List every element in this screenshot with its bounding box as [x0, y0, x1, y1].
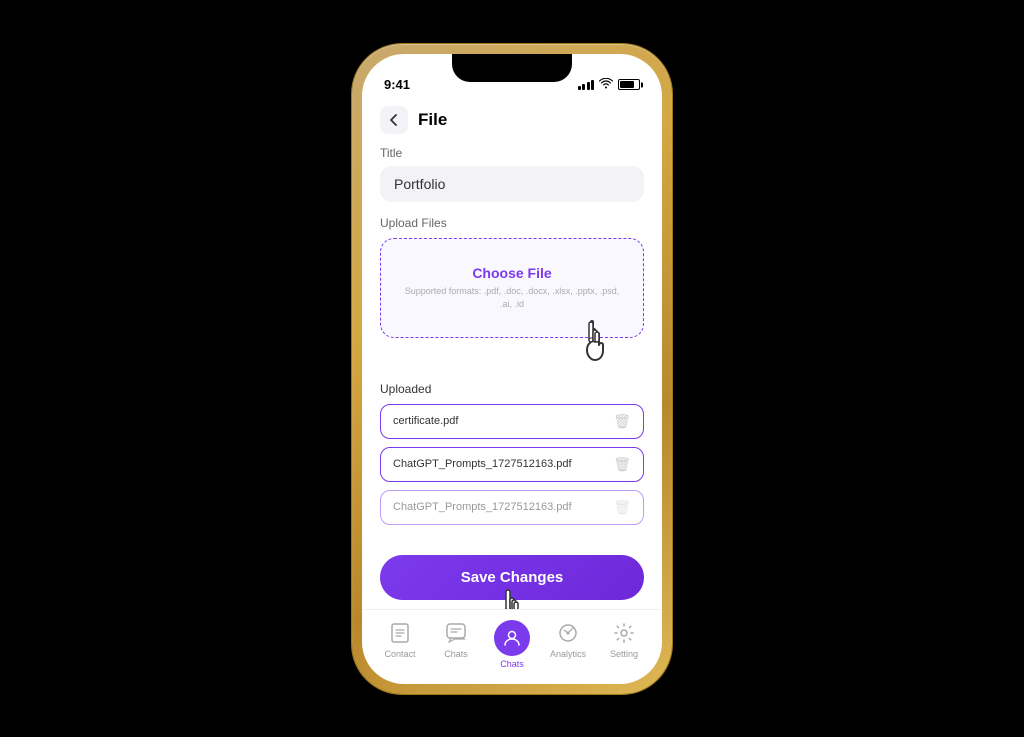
nav-label-setting: Setting	[610, 649, 638, 659]
status-time: 9:41	[384, 77, 410, 92]
save-button-wrapper: Save Changes	[380, 549, 644, 604]
back-button[interactable]	[380, 106, 408, 134]
file-name: certificate.pdf	[393, 415, 613, 427]
nav-label-contact: Contact	[384, 649, 415, 659]
setting-icon	[611, 620, 637, 646]
save-changes-button[interactable]: Save Changes	[380, 555, 644, 600]
nav-item-chats-1[interactable]: Chats	[431, 620, 481, 659]
title-label: Title	[380, 146, 644, 160]
bottom-nav: Contact Chats	[362, 609, 662, 684]
signal-bars-icon	[578, 80, 595, 90]
main-content: File Title Upload Files Choose File Supp…	[362, 98, 662, 609]
profile-icon	[494, 620, 530, 656]
page-title: File	[418, 110, 447, 130]
file-item-partial: ChatGPT_Prompts_1727512163.pdf 🗑	[380, 490, 644, 525]
file-item: certificate.pdf 🗑	[380, 404, 644, 439]
title-input[interactable]	[380, 166, 644, 202]
nav-item-setting[interactable]: Setting	[599, 620, 649, 659]
status-icons	[578, 78, 641, 92]
file-name: ChatGPT_Prompts_1727512163.pdf	[393, 501, 613, 513]
contact-icon	[387, 620, 413, 646]
nav-item-contact[interactable]: Contact	[375, 620, 425, 659]
delete-file-button[interactable]: 🗑	[613, 413, 631, 430]
delete-file-button[interactable]: 🗑	[613, 456, 631, 473]
wifi-icon	[599, 78, 613, 92]
delete-file-button[interactable]: 🗑	[613, 499, 631, 516]
cursor-hand-upload-icon	[577, 320, 613, 372]
nav-item-analytics[interactable]: Analytics	[543, 620, 593, 659]
battery-icon	[618, 79, 640, 90]
nav-label-analytics: Analytics	[550, 649, 586, 659]
nav-item-profile[interactable]: Chats	[487, 620, 537, 669]
upload-area[interactable]: Choose File Supported formats: .pdf, .do…	[380, 238, 644, 338]
choose-file-text[interactable]: Choose File	[472, 265, 551, 281]
phone-device: 9:41	[352, 44, 672, 694]
supported-formats-text: Supported formats: .pdf, .doc, .docx, .x…	[399, 285, 625, 310]
file-name: ChatGPT_Prompts_1727512163.pdf	[393, 458, 613, 470]
upload-label: Upload Files	[380, 216, 644, 230]
phone-notch	[452, 54, 572, 82]
analytics-icon	[555, 620, 581, 646]
nav-label-chats: Chats	[444, 649, 468, 659]
chats-icon	[443, 620, 469, 646]
phone-screen: 9:41	[362, 54, 662, 684]
uploaded-label: Uploaded	[380, 382, 644, 396]
page-header: File	[380, 98, 644, 146]
file-item: ChatGPT_Prompts_1727512163.pdf 🗑	[380, 447, 644, 482]
nav-label-profile: Chats	[500, 659, 524, 669]
